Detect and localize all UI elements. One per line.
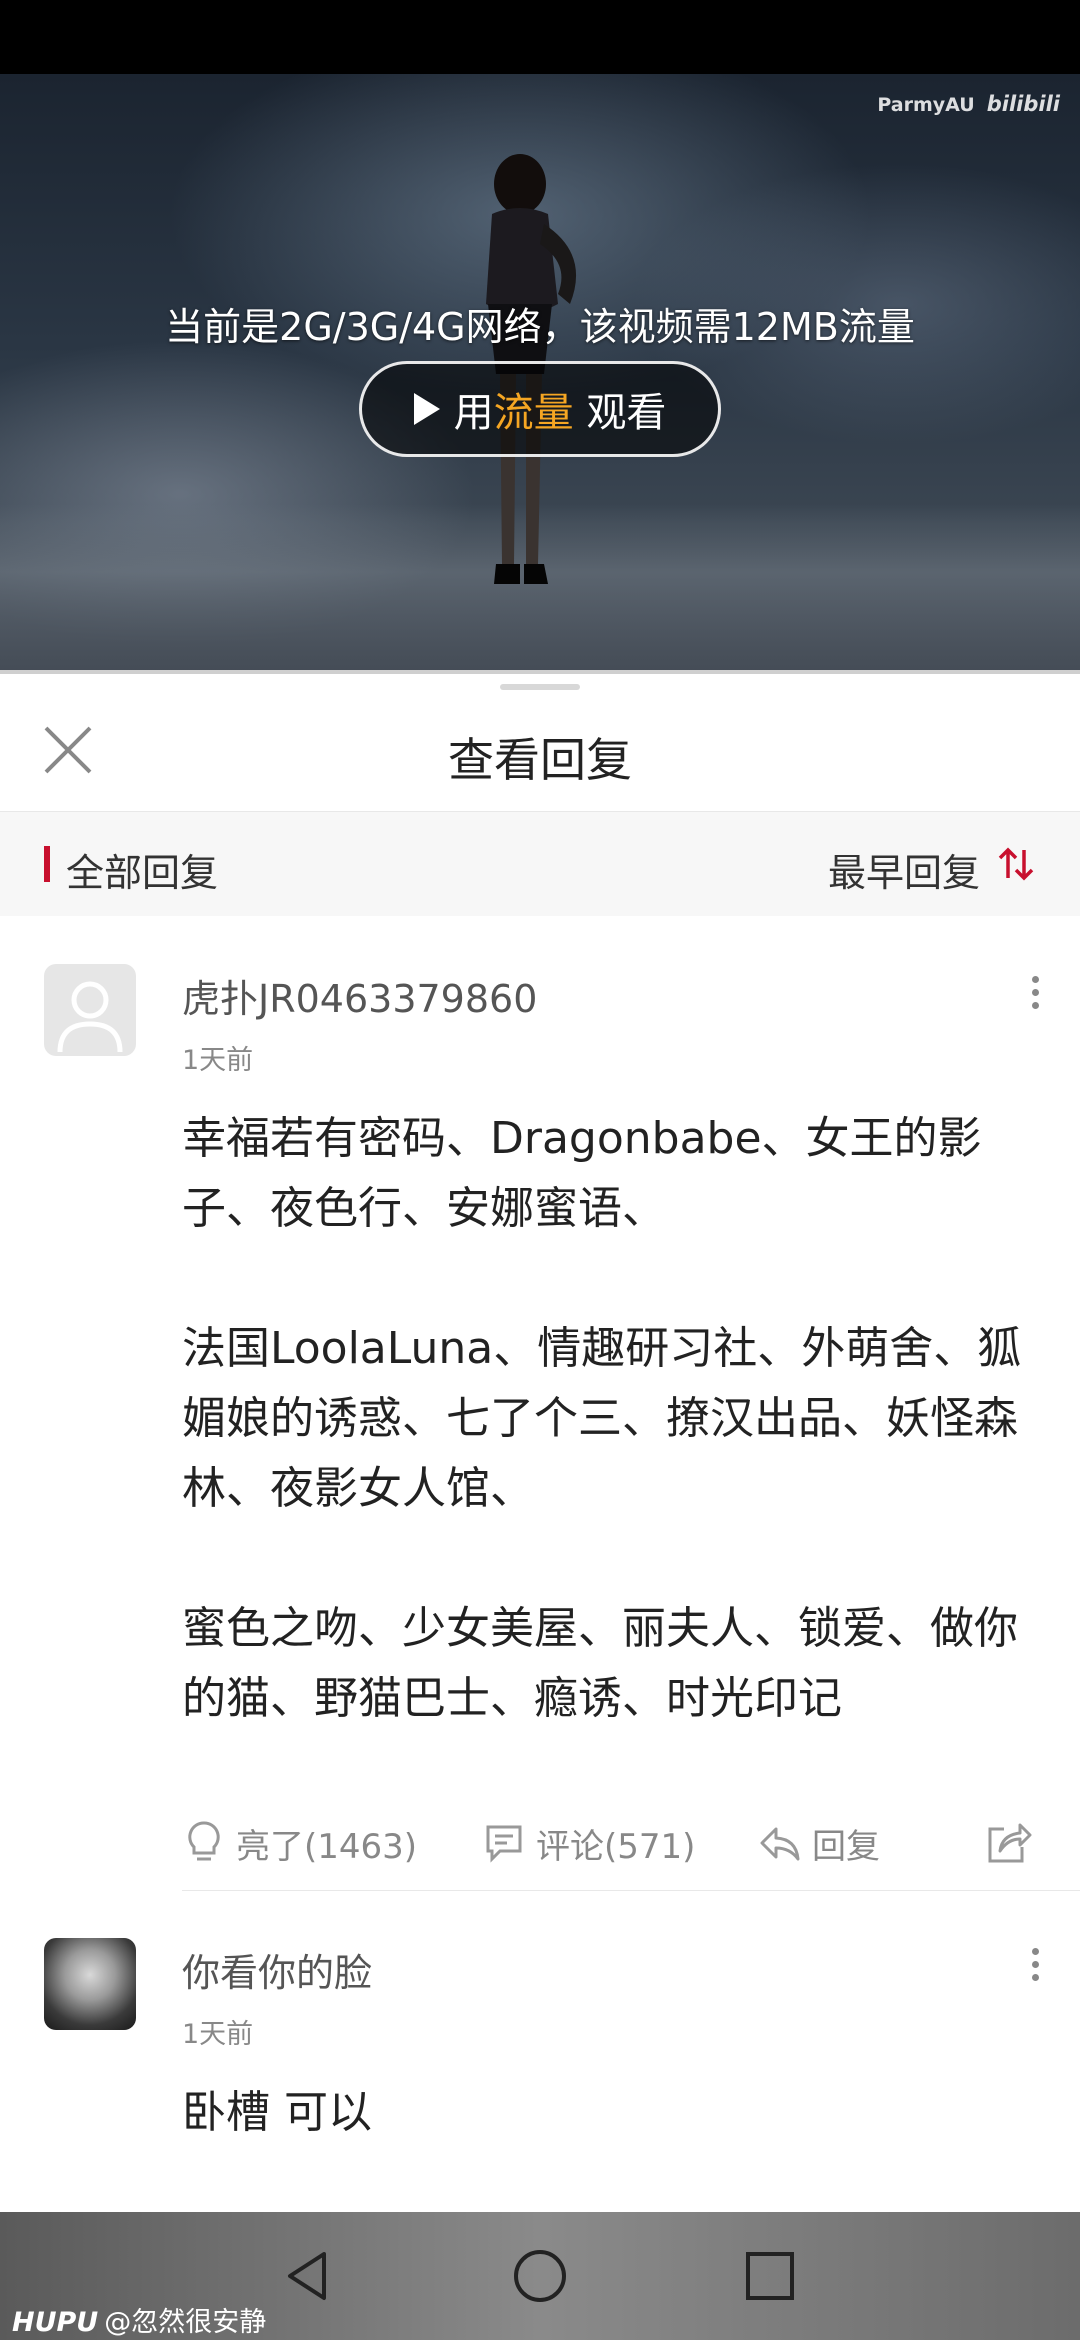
recents-square-icon (746, 2252, 794, 2300)
share-icon (988, 1823, 1032, 1863)
data-usage-notice: 当前是2G/3G/4G网络，该视频需12MB流量 (165, 305, 915, 349)
bilibili-logo: bilibili (986, 92, 1060, 116)
sort-order-button[interactable]: 最早回复 (828, 842, 980, 897)
all-replies-label: 全部回复 (66, 851, 219, 895)
comment-item: 虎扑JR0463379860 1天前 幸福若有密码、Dragonbabe、女王的… (0, 916, 1080, 1896)
play-button-prefix: 用 (453, 390, 494, 436)
comment-content: 卧槽 可以 (182, 2087, 372, 2138)
nav-recents-button[interactable] (738, 2244, 802, 2308)
page-title: 查看回复 (448, 733, 632, 787)
username[interactable]: 你看你的脸 (182, 1942, 372, 1997)
timestamp: 1天前 (182, 1045, 254, 1076)
reply-label: 回复 (812, 1826, 880, 1867)
play-icon (413, 393, 440, 425)
hupu-watermark: HUPU @忽然很安静 (12, 2300, 266, 2339)
reply-button[interactable]: 回复 (758, 1808, 880, 1878)
home-circle-icon (514, 2250, 566, 2302)
nav-home-button[interactable] (508, 2244, 572, 2308)
play-button-accent: 流量 (493, 390, 574, 436)
avatar[interactable] (44, 1938, 136, 2030)
timestamp: 1天前 (182, 2019, 254, 2050)
comment-actions: 亮了(1463) 评论(571) 回复 (182, 1808, 1052, 1878)
avatar[interactable] (44, 964, 136, 1056)
comment-item: 你看你的脸 1天前 卧槽 可以 (0, 1892, 1080, 2212)
reply-arrow-icon (760, 1827, 800, 1861)
comment-count: 评论(571) (536, 1826, 696, 1867)
watermark-user: ParmyAU (877, 94, 975, 116)
comment-divider (182, 1890, 1080, 1891)
video-progress-bar[interactable] (0, 670, 1080, 674)
section-accent-bar (44, 846, 50, 882)
comment-button[interactable]: 评论(571) (482, 1808, 695, 1878)
sort-icon[interactable] (996, 844, 1036, 884)
like-button[interactable]: 亮了(1463) (182, 1808, 417, 1878)
video-watermark: ParmyAU bilibili (877, 92, 1060, 116)
more-options-button[interactable] (1020, 1942, 1050, 1992)
default-user-icon (57, 981, 123, 1053)
comment-bubble-icon (486, 1825, 522, 1863)
sheet-drag-handle[interactable] (500, 684, 580, 690)
nav-back-button[interactable] (276, 2244, 340, 2308)
comment-content: 幸福若有密码、Dragonbabe、女王的影子、夜色行、安娜蜜语、 法国Lool… (182, 1113, 1022, 1724)
video-player[interactable]: ParmyAU bilibili 当前是2G/3G/4G网络，该视频需12MB流量… (0, 74, 1080, 674)
hupu-logo: HUPU (12, 2307, 99, 2338)
play-button-suffix: 观看 (573, 390, 667, 436)
back-triangle-icon (288, 2252, 326, 2300)
watermark-handle: @忽然很安静 (104, 2307, 267, 2338)
like-count: 亮了(1463) (236, 1826, 418, 1867)
username[interactable]: 虎扑JR0463379860 (182, 968, 537, 1023)
reply-filter-bar: 全部回复 最早回复 (0, 812, 1080, 916)
status-bar (0, 0, 1080, 74)
lightbulb-icon (188, 1821, 220, 1861)
reply-sheet-header: 查看回复 (0, 694, 1080, 812)
play-with-data-button[interactable]: 用流量 观看 (359, 361, 721, 457)
more-options-button[interactable] (1020, 970, 1050, 1020)
share-button[interactable] (984, 1808, 1042, 1878)
